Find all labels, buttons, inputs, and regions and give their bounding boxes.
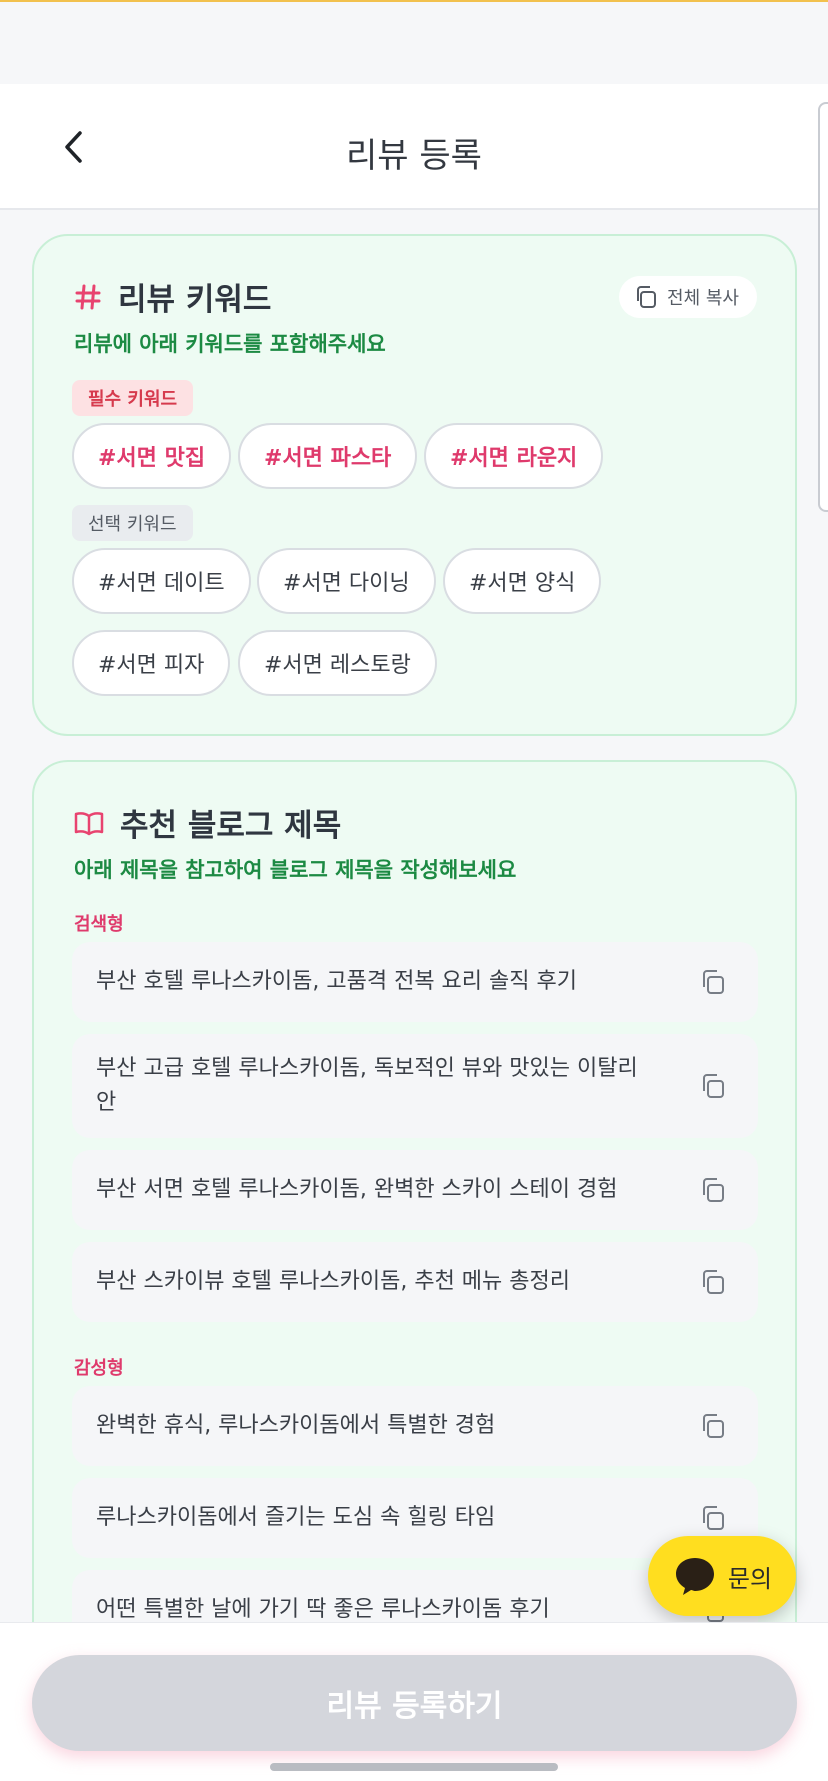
keywords-subtitle: 리뷰에 아래 키워드를 포함해주세요 xyxy=(74,332,386,356)
copy-icon xyxy=(703,1074,724,1098)
copy-all-button[interactable]: 전체 복사 xyxy=(619,276,757,318)
copy-title-button[interactable] xyxy=(696,1069,730,1103)
copy-title-button[interactable] xyxy=(696,1265,730,1299)
copy-icon xyxy=(703,1270,724,1294)
copy-title-button[interactable] xyxy=(696,1501,730,1535)
titles-title: 추천 블로그 제목 xyxy=(120,808,342,844)
title-item[interactable]: 부산 호텔 루나스카이돔, 고품격 전복 요리 솔직 후기 xyxy=(72,942,758,1022)
copy-icon xyxy=(703,1414,724,1438)
title-text: 부산 호텔 루나스카이돔, 고품격 전복 요리 솔직 후기 xyxy=(96,969,577,994)
emotional-type-label: 감성형 xyxy=(74,1358,124,1379)
keyword-chip-optional[interactable]: #서면 다이닝 xyxy=(257,548,436,614)
title-text: 부산 고급 호텔 루나스카이돔, 독보적인 뷰와 맛있는 이탈리안 xyxy=(96,1056,638,1115)
title-item[interactable]: 루나스카이돔에서 즐기는 도심 속 힐링 타임 xyxy=(72,1478,758,1558)
search-type-label: 검색형 xyxy=(74,914,124,935)
app-header: 리뷰 등록 xyxy=(0,84,828,210)
title-item[interactable]: 부산 스카이뷰 호텔 루나스카이돔, 추천 메뉴 총정리 xyxy=(72,1242,758,1322)
keyword-chip-required[interactable]: #서면 맛집 xyxy=(72,423,232,489)
home-indicator xyxy=(270,1763,558,1771)
keyword-chip-optional[interactable]: #서면 데이트 xyxy=(72,548,251,614)
keywords-heading: 리뷰 키워드 xyxy=(74,274,271,319)
copy-title-button[interactable] xyxy=(696,1173,730,1207)
title-text: 부산 스카이뷰 호텔 루나스카이돔, 추천 메뉴 총정리 xyxy=(96,1269,570,1294)
keyword-chip-optional[interactable]: #서면 피자 xyxy=(72,630,231,696)
keyword-chip-required[interactable]: #서면 파스타 xyxy=(238,423,418,489)
title-text: 완벽한 휴식, 루나스카이돔에서 특별한 경험 xyxy=(96,1413,496,1438)
keywords-title: 리뷰 키워드 xyxy=(118,282,272,318)
title-item[interactable]: 부산 서면 호텔 루나스카이돔, 완벽한 스카이 스테이 경험 xyxy=(72,1150,758,1230)
book-open-icon xyxy=(74,811,104,835)
hash-icon xyxy=(75,284,101,309)
titles-subtitle: 아래 제목을 참고하여 블로그 제목을 작성해보세요 xyxy=(74,858,517,882)
keyword-chip-optional[interactable]: #서면 양식 xyxy=(443,548,602,614)
inquiry-label: 문의 xyxy=(727,1564,773,1593)
submit-review-button[interactable]: 리뷰 등록하기 xyxy=(32,1655,797,1751)
title-text: 부산 서면 호텔 루나스카이돔, 완벽한 스카이 스테이 경험 xyxy=(96,1177,618,1202)
review-keywords-card: 리뷰 키워드 전체 복사 리뷰에 아래 키워드를 포함해주세요 필수 키워드 #… xyxy=(32,234,797,736)
inquiry-button[interactable]: 문의 xyxy=(648,1536,796,1616)
bottom-action-bar: 리뷰 등록하기 xyxy=(0,1622,828,1781)
title-item[interactable]: 부산 고급 호텔 루나스카이돔, 독보적인 뷰와 맛있는 이탈리안 xyxy=(72,1034,758,1138)
copy-title-button[interactable] xyxy=(696,965,730,999)
copy-all-label: 전체 복사 xyxy=(667,288,739,309)
copy-icon xyxy=(637,286,657,308)
copy-icon xyxy=(703,1506,724,1530)
titles-heading: 추천 블로그 제목 xyxy=(74,800,341,845)
scrollbar-thumb[interactable] xyxy=(818,102,828,512)
optional-keywords-label: 선택 키워드 xyxy=(72,505,193,541)
title-text: 루나스카이돔에서 즐기는 도심 속 힐링 타임 xyxy=(96,1505,496,1530)
copy-icon xyxy=(703,970,724,994)
copy-icon xyxy=(703,1178,724,1202)
copy-title-button[interactable] xyxy=(696,1409,730,1443)
page-title: 리뷰 등록 xyxy=(346,136,482,176)
required-keywords-label: 필수 키워드 xyxy=(72,380,194,416)
chat-bubble-icon xyxy=(675,1558,714,1595)
keyword-chip-optional[interactable]: #서면 레스토랑 xyxy=(238,630,437,696)
status-area xyxy=(0,0,828,84)
keyword-chip-required[interactable]: #서면 라운지 xyxy=(424,423,604,489)
title-item[interactable]: 완벽한 휴식, 루나스카이돔에서 특별한 경험 xyxy=(72,1386,758,1466)
